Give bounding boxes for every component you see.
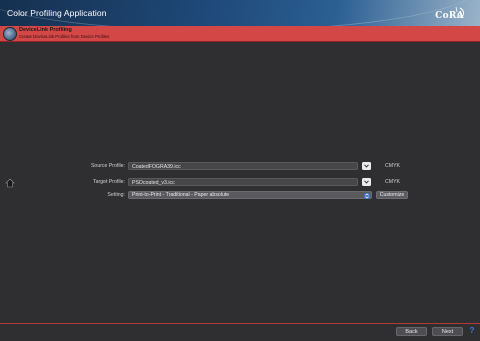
help-icon[interactable]: ? <box>467 326 477 336</box>
footer-divider <box>0 323 480 324</box>
setting-select[interactable]: Print-to-Print - Traditional - Paper abs… <box>128 191 372 199</box>
source-profile-label: Source Profile: <box>90 163 125 169</box>
home-arrow-icon[interactable] <box>5 178 15 188</box>
source-profile-dropdown[interactable] <box>362 162 371 170</box>
next-button[interactable]: Next <box>432 327 463 336</box>
setting-label: Setting: <box>107 192 125 198</box>
setting-select-value: Print-to-Print - Traditional - Paper abs… <box>132 192 230 198</box>
target-profile-field: PSOcoated_v3.icc <box>128 178 358 186</box>
section-subtitle: Create DeviceLink Profiles from Device P… <box>19 33 110 39</box>
target-profile-label: Target Profile: <box>92 179 125 185</box>
chevron-down-icon <box>364 164 369 168</box>
section-header: DeviceLink Profiling Create DeviceLink P… <box>0 26 480 42</box>
app-logo: CoRA <box>435 11 464 21</box>
section-title: DeviceLink Profiling <box>19 27 72 33</box>
chevron-down-icon <box>364 180 369 184</box>
profile-globe-icon <box>3 27 17 41</box>
app-title-bar: Color Profiling Application CoRA <box>0 0 480 26</box>
app-title: Color Profiling Application <box>7 8 107 18</box>
customize-button[interactable]: Customize <box>376 191 408 199</box>
source-profile-field: CoatedFOGRA39.icc <box>128 162 358 170</box>
back-button[interactable]: Back <box>396 327 427 336</box>
up-down-stepper-icon <box>364 192 370 199</box>
target-profile-dropdown[interactable] <box>362 178 371 186</box>
source-profile-colorspace: CMYK <box>385 163 400 169</box>
target-profile-colorspace: CMYK <box>385 179 400 185</box>
